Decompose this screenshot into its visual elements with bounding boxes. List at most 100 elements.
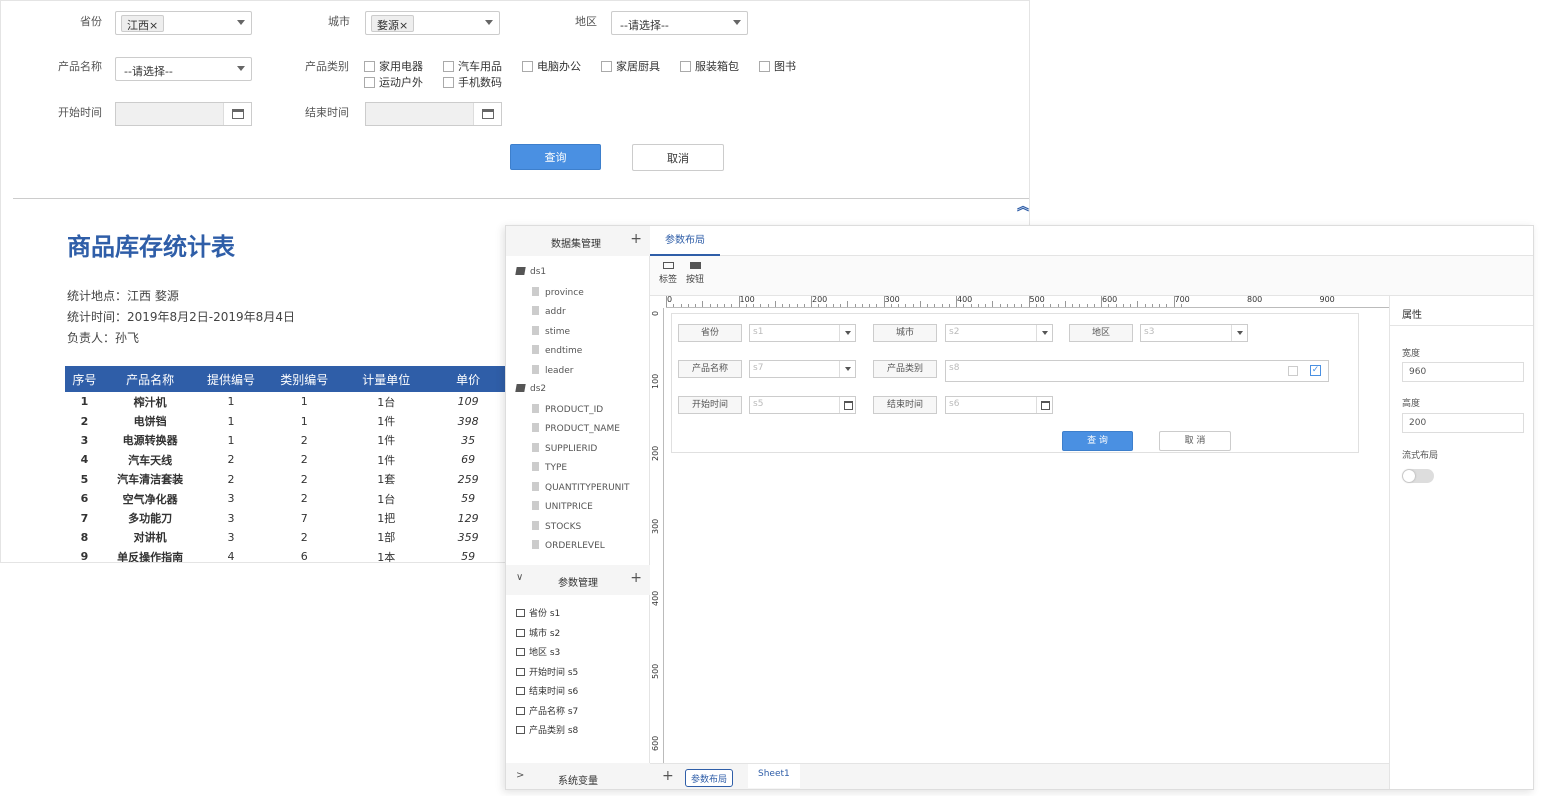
- chevron-down-icon[interactable]: ∨: [516, 572, 523, 583]
- calendar-icon[interactable]: [223, 103, 251, 125]
- field-icon: [532, 423, 539, 432]
- category-checkbox[interactable]: 汽车用品: [443, 58, 502, 74]
- field-node[interactable]: UNITPRICE: [532, 501, 593, 512]
- chevron-down-icon: [1231, 325, 1247, 341]
- layout-label-start[interactable]: 开始时间: [678, 396, 742, 414]
- category-checkbox[interactable]: 家用电器: [364, 58, 423, 74]
- layout-label-ptype[interactable]: 产品类别: [873, 360, 937, 378]
- field-node[interactable]: STOCKS: [532, 520, 581, 532]
- query-button[interactable]: 查询: [510, 144, 601, 170]
- table-cell: 69: [461, 453, 476, 467]
- layout-label-province[interactable]: 省份: [678, 324, 742, 342]
- table-cell: 3: [227, 511, 235, 525]
- start-time-input[interactable]: [115, 102, 252, 126]
- layout-label-end[interactable]: 结束时间: [873, 396, 937, 414]
- field-node[interactable]: addr: [532, 306, 566, 317]
- table-cell: 2: [300, 472, 308, 486]
- district-select[interactable]: --请选择--: [611, 11, 748, 35]
- label-tool[interactable]: 标签: [656, 262, 680, 285]
- category-checkbox[interactable]: 电脑办公: [522, 58, 581, 74]
- checkbox-icon: [1288, 366, 1298, 376]
- field-node[interactable]: ORDERLEVEL: [532, 540, 605, 551]
- layout-cancel-button[interactable]: 取 消: [1159, 431, 1231, 451]
- field-node[interactable]: province: [532, 286, 584, 298]
- city-select[interactable]: 婺源×: [365, 11, 500, 35]
- height-input[interactable]: 200: [1402, 413, 1524, 433]
- param-panel-header: ∨ 参数管理 +: [506, 565, 650, 595]
- chevron-right-icon[interactable]: >: [516, 770, 524, 781]
- tab-param-layout[interactable]: 参数布局: [650, 226, 720, 256]
- ruler-tick-label: 900: [1319, 295, 1335, 304]
- layout-select-s1[interactable]: s1: [749, 324, 856, 342]
- cancel-button[interactable]: 取消: [632, 144, 724, 171]
- product-name-label: 产品名称: [58, 60, 102, 73]
- add-sheet-icon[interactable]: +: [662, 768, 674, 784]
- category-checkbox[interactable]: 运动户外: [364, 74, 423, 90]
- field-node[interactable]: PRODUCT_NAME: [532, 423, 620, 434]
- column-header: 序号: [65, 366, 104, 392]
- category-checkbox[interactable]: 手机数码: [443, 74, 502, 90]
- category-checkbox[interactable]: 服装箱包: [680, 58, 739, 74]
- field-node[interactable]: PRODUCT_ID: [532, 403, 603, 415]
- layout-date-s6[interactable]: s6: [945, 396, 1053, 414]
- param-item[interactable]: 城市 s2: [516, 626, 560, 639]
- table-cell: 3: [80, 433, 89, 447]
- product-name-select[interactable]: --请选择--: [115, 57, 252, 81]
- param-item[interactable]: 产品名称 s7: [516, 704, 578, 717]
- tag-remove-icon[interactable]: ×: [399, 19, 408, 32]
- collapse-icon[interactable]: ︽: [1017, 197, 1029, 214]
- field-node[interactable]: SUPPLIERID: [532, 442, 597, 454]
- end-time-input[interactable]: [365, 102, 502, 126]
- param-layout-box[interactable]: 省份 s1 城市 s2 地区 s3 产品名称 s7 产品类别 s8 ✓ 开始时间…: [671, 313, 1359, 453]
- param-type-icon: [516, 628, 525, 637]
- layout-label-district[interactable]: 地区: [1069, 324, 1133, 342]
- design-canvas[interactable]: 省份 s1 城市 s2 地区 s3 产品名称 s7 产品类别 s8 ✓ 开始时间…: [666, 308, 1389, 768]
- param-item[interactable]: 结束时间 s6: [516, 684, 578, 697]
- category-checkbox[interactable]: 图书: [759, 58, 796, 74]
- category-checkbox[interactable]: 家居厨具: [601, 58, 660, 74]
- product-type-label: 产品类别: [305, 60, 349, 73]
- province-tag[interactable]: 江西×: [121, 15, 165, 32]
- param-item[interactable]: 省份 s1: [516, 606, 560, 619]
- layout-date-s5[interactable]: s5: [749, 396, 856, 414]
- add-dataset-icon[interactable]: +: [630, 231, 642, 247]
- sysvar-panel-header[interactable]: > 系统变量: [506, 763, 650, 789]
- field-node[interactable]: QUANTITYPERUNIT: [532, 481, 630, 493]
- table-cell: 电源转换器: [122, 434, 178, 448]
- chevron-down-icon: [733, 20, 741, 25]
- layout-select-s7[interactable]: s7: [749, 360, 856, 378]
- field-node[interactable]: endtime: [532, 345, 582, 356]
- layout-label-pname[interactable]: 产品名称: [678, 360, 742, 378]
- field-icon: [532, 481, 539, 491]
- layout-select-s3[interactable]: s3: [1140, 324, 1248, 342]
- ruler-tick-label: 500: [1029, 295, 1045, 304]
- field-node[interactable]: stime: [532, 325, 570, 337]
- dataset-node[interactable]: ds2: [515, 384, 546, 394]
- layout-select-s2[interactable]: s2: [945, 324, 1053, 342]
- add-param-icon[interactable]: +: [630, 570, 642, 586]
- field-node[interactable]: leader: [532, 364, 574, 376]
- param-item[interactable]: 产品类别 s8: [516, 723, 578, 736]
- flow-layout-label: 流式布局: [1402, 451, 1439, 461]
- table-cell: 1: [227, 414, 235, 428]
- city-tag[interactable]: 婺源×: [371, 15, 415, 32]
- param-item[interactable]: 地区 s3: [516, 645, 560, 658]
- flow-layout-toggle[interactable]: [1402, 469, 1434, 483]
- sheet-tab-sheet1[interactable]: Sheet1: [748, 764, 800, 788]
- width-input[interactable]: 960: [1402, 362, 1524, 382]
- sheet-tab-bar: + 参数布局 Sheet1: [650, 763, 1389, 789]
- param-item[interactable]: 开始时间 s5: [516, 665, 578, 678]
- button-tool[interactable]: 按钮: [683, 262, 707, 285]
- layout-checkbox-s8[interactable]: s8 ✓: [945, 360, 1329, 382]
- province-select[interactable]: 江西×: [115, 11, 252, 35]
- field-node[interactable]: TYPE: [532, 462, 567, 473]
- dataset-node[interactable]: ds1: [515, 267, 546, 277]
- layout-query-button[interactable]: 查 询: [1062, 431, 1133, 451]
- sheet-tab-param-layout[interactable]: 参数布局: [685, 769, 734, 787]
- calendar-icon[interactable]: [473, 103, 501, 125]
- table-cell: 4: [80, 453, 89, 467]
- table-row: 6 空气净化器 3 2 1台 59: [65, 489, 507, 508]
- horizontal-ruler: 0 100 200 300 400 500 600 700 800 900: [666, 295, 1389, 308]
- layout-label-city[interactable]: 城市: [873, 324, 937, 342]
- tag-remove-icon[interactable]: ×: [149, 19, 158, 32]
